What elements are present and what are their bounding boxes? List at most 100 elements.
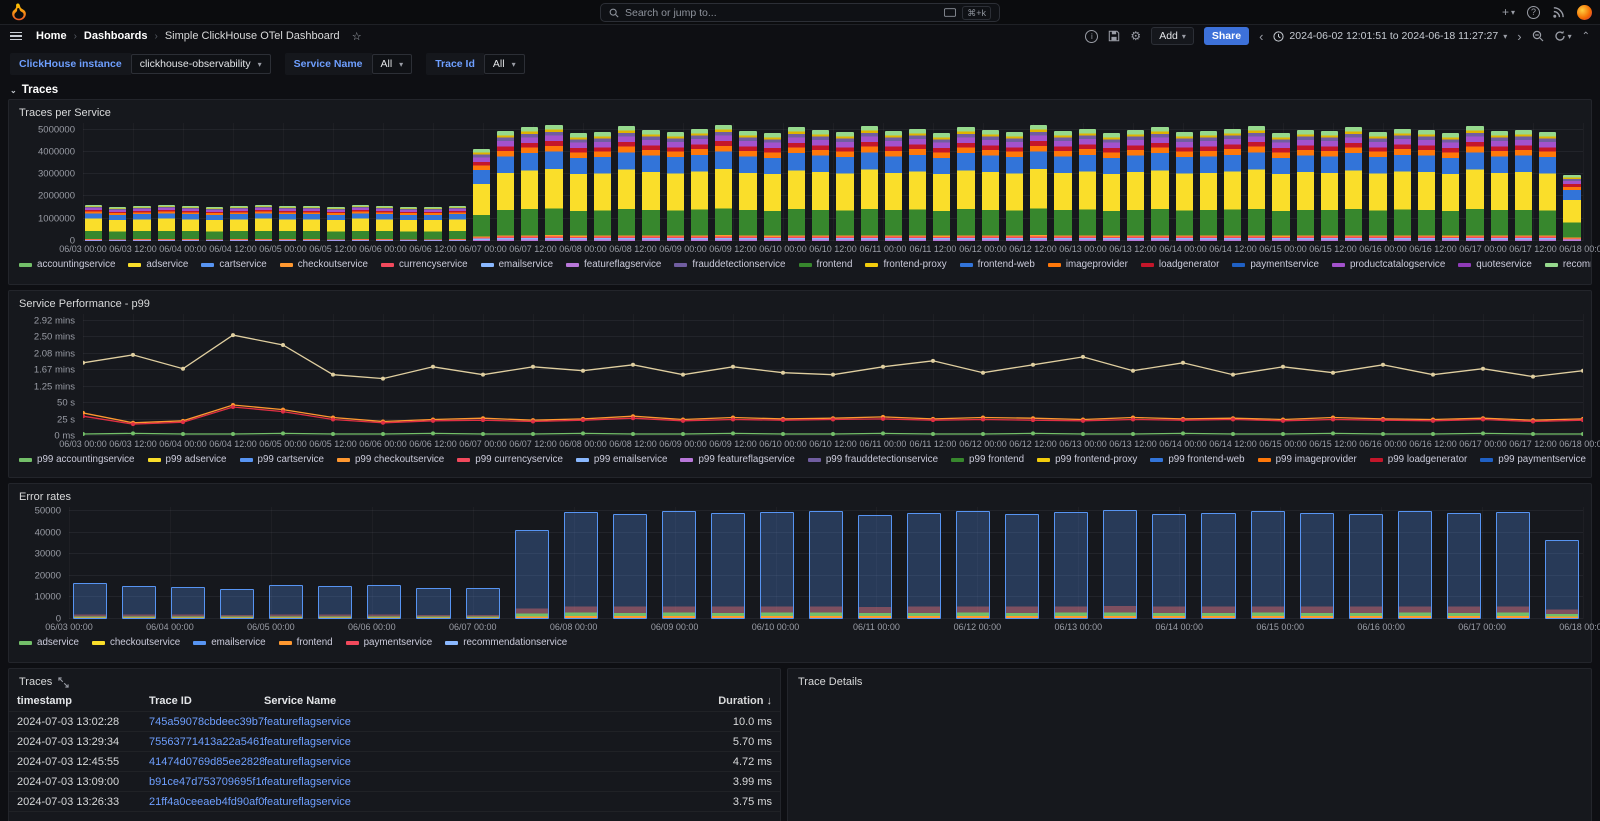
error-bar[interactable] <box>269 585 303 619</box>
error-bar[interactable] <box>662 511 696 619</box>
stacked-bar[interactable] <box>667 132 684 241</box>
favorite-star-icon[interactable]: ☆ <box>352 30 362 43</box>
stacked-bar[interactable] <box>1006 132 1023 241</box>
table-row[interactable]: 2024-07-03 13:09:00b91ce47d753709695f1d.… <box>9 772 780 792</box>
table-row[interactable]: 2024-07-03 13:29:3475563771413a22a54618.… <box>9 732 780 752</box>
stacked-bar[interactable] <box>109 207 126 242</box>
breadcrumb-item[interactable]: Dashboards <box>84 30 148 42</box>
stacked-bar[interactable] <box>352 205 369 241</box>
search-input[interactable]: Search or jump to... ⌘+k <box>600 3 1000 22</box>
table-row[interactable]: 2024-07-03 13:26:3321ff4a0ceeaeb4fd90af0… <box>9 792 780 812</box>
stacked-bar[interactable] <box>1297 130 1314 241</box>
error-bar[interactable] <box>956 511 990 619</box>
legend-item-checkoutservice[interactable]: checkoutservice <box>280 259 368 270</box>
cell-trace-id-link[interactable]: 41474d0769d85ee2828... <box>149 756 264 768</box>
stacked-bar[interactable] <box>158 205 175 241</box>
stacked-bar[interactable] <box>255 205 272 241</box>
error-bar[interactable] <box>613 514 647 619</box>
stacked-bar[interactable] <box>861 126 878 241</box>
error-bar[interactable] <box>1201 513 1235 619</box>
legend-item-loadgenerator[interactable]: p99 loadgenerator <box>1370 454 1468 465</box>
table-header-cell[interactable]: Service Name <box>264 695 368 707</box>
panel-title[interactable]: Trace Details <box>788 669 1591 690</box>
stacked-bar[interactable] <box>982 130 999 241</box>
stacked-bar[interactable] <box>1200 131 1217 241</box>
cell-service-name-link[interactable]: featureflagservice <box>264 776 368 788</box>
stacked-bar[interactable] <box>1103 133 1120 241</box>
panel-title[interactable]: Traces <box>9 669 780 690</box>
time-shift-forward-icon[interactable]: › <box>1517 29 1521 44</box>
stacked-bar[interactable] <box>279 206 296 241</box>
legend-item-currencyservice[interactable]: currencyservice <box>381 259 468 270</box>
stacked-bar[interactable] <box>521 127 538 241</box>
section-traces-toggle[interactable]: ⌄ Traces <box>0 80 1600 99</box>
stacked-bar[interactable] <box>1127 130 1144 241</box>
stacked-bar[interactable] <box>1369 132 1386 241</box>
error-bar[interactable] <box>73 583 107 619</box>
legend-item-checkoutservice[interactable]: p99 checkoutservice <box>337 454 444 465</box>
cell-trace-id-link[interactable]: b91ce47d753709695f1d... <box>149 776 264 788</box>
stacked-bar[interactable] <box>642 130 659 241</box>
stacked-bar[interactable] <box>449 206 466 241</box>
legend-item-frauddetectionservice[interactable]: p99 frauddetectionservice <box>808 454 938 465</box>
stacked-bar[interactable] <box>400 207 417 242</box>
variable-label[interactable]: Service Name <box>285 53 372 75</box>
stacked-bar[interactable] <box>1272 133 1289 241</box>
stacked-bar[interactable] <box>836 132 853 241</box>
stacked-bar[interactable] <box>303 206 320 241</box>
panel-title[interactable]: Error rates <box>9 484 1591 505</box>
legend-item-cartservice[interactable]: cartservice <box>201 259 266 270</box>
legend-item-loadgenerator[interactable]: loadgenerator <box>1141 259 1219 270</box>
stacked-bar[interactable] <box>473 149 490 241</box>
zoom-out-icon[interactable] <box>1532 30 1544 42</box>
stacked-bar[interactable] <box>497 131 514 241</box>
error-bar[interactable] <box>1300 513 1334 619</box>
error-bar[interactable] <box>1447 513 1481 619</box>
cell-service-name-link[interactable]: featureflagservice <box>264 756 368 768</box>
stacked-bar[interactable] <box>206 207 223 241</box>
table-row[interactable]: 2024-07-03 13:02:28745a59078cbdeec39b7..… <box>9 712 780 732</box>
stacked-bar[interactable] <box>1394 129 1411 241</box>
stacked-bar[interactable] <box>1491 131 1508 241</box>
panel-links-icon[interactable] <box>58 677 69 688</box>
legend-item-recommendationservice[interactable]: recommendationservice <box>1545 259 1591 270</box>
stacked-bar[interactable] <box>1054 131 1071 241</box>
legend-item-productcatalogservice[interactable]: productcatalogservice <box>1332 259 1445 270</box>
stacked-bar[interactable] <box>812 130 829 241</box>
error-bar[interactable] <box>515 530 549 619</box>
error-bar[interactable] <box>907 513 941 619</box>
table-header-cell[interactable]: Trace ID <box>149 695 264 707</box>
stacked-bar[interactable] <box>1079 129 1096 241</box>
breadcrumb-item[interactable]: Simple ClickHouse OTel Dashboard <box>165 30 340 42</box>
time-range-picker[interactable]: 2024-06-02 12:01:51 to 2024-06-18 11:27:… <box>1273 30 1507 42</box>
stacked-bar[interactable] <box>327 207 344 241</box>
legend-item-currencyservice[interactable]: p99 currencyservice <box>457 454 563 465</box>
error-bar[interactable] <box>1152 514 1186 619</box>
legend-item-frontend-web[interactable]: p99 frontend-web <box>1150 454 1244 465</box>
collapse-toolbar-icon[interactable]: ⌃ <box>1582 31 1590 42</box>
legend-item-adservice[interactable]: p99 adservice <box>148 454 227 465</box>
stacked-bar[interactable] <box>133 206 150 241</box>
table-header-cell[interactable]: timestamp <box>17 695 149 707</box>
legend-item-emailservice[interactable]: p99 emailservice <box>576 454 668 465</box>
stacked-bar[interactable] <box>424 207 441 241</box>
new-menu-button[interactable]: +▾ <box>1502 5 1515 19</box>
stacked-bar[interactable] <box>933 133 950 241</box>
news-icon[interactable] <box>1552 6 1565 19</box>
legend-item-featureflagservice[interactable]: p99 featureflagservice <box>680 454 794 465</box>
stacked-bar[interactable] <box>1151 127 1168 241</box>
error-bar[interactable] <box>1349 514 1383 619</box>
variable-value-dropdown[interactable]: All▾ <box>372 54 413 74</box>
legend-item-frontend-proxy[interactable]: frontend-proxy <box>865 259 946 270</box>
stacked-bar[interactable] <box>909 129 926 241</box>
table-header-cell[interactable]: Duration ↓ <box>698 695 772 707</box>
cell-service-name-link[interactable]: featureflagservice <box>264 716 368 728</box>
legend-item-paymentservice[interactable]: p99 paymentservice <box>1480 454 1586 465</box>
error-bar[interactable] <box>318 586 352 619</box>
variable-value-dropdown[interactable]: clickhouse-observability▾ <box>131 54 271 74</box>
panel-title[interactable]: Traces per Service <box>9 100 1591 121</box>
breadcrumb-item[interactable]: Home <box>36 30 67 42</box>
error-bar[interactable] <box>367 585 401 619</box>
stacked-bar[interactable] <box>1466 126 1483 241</box>
stacked-bar[interactable] <box>885 131 902 241</box>
